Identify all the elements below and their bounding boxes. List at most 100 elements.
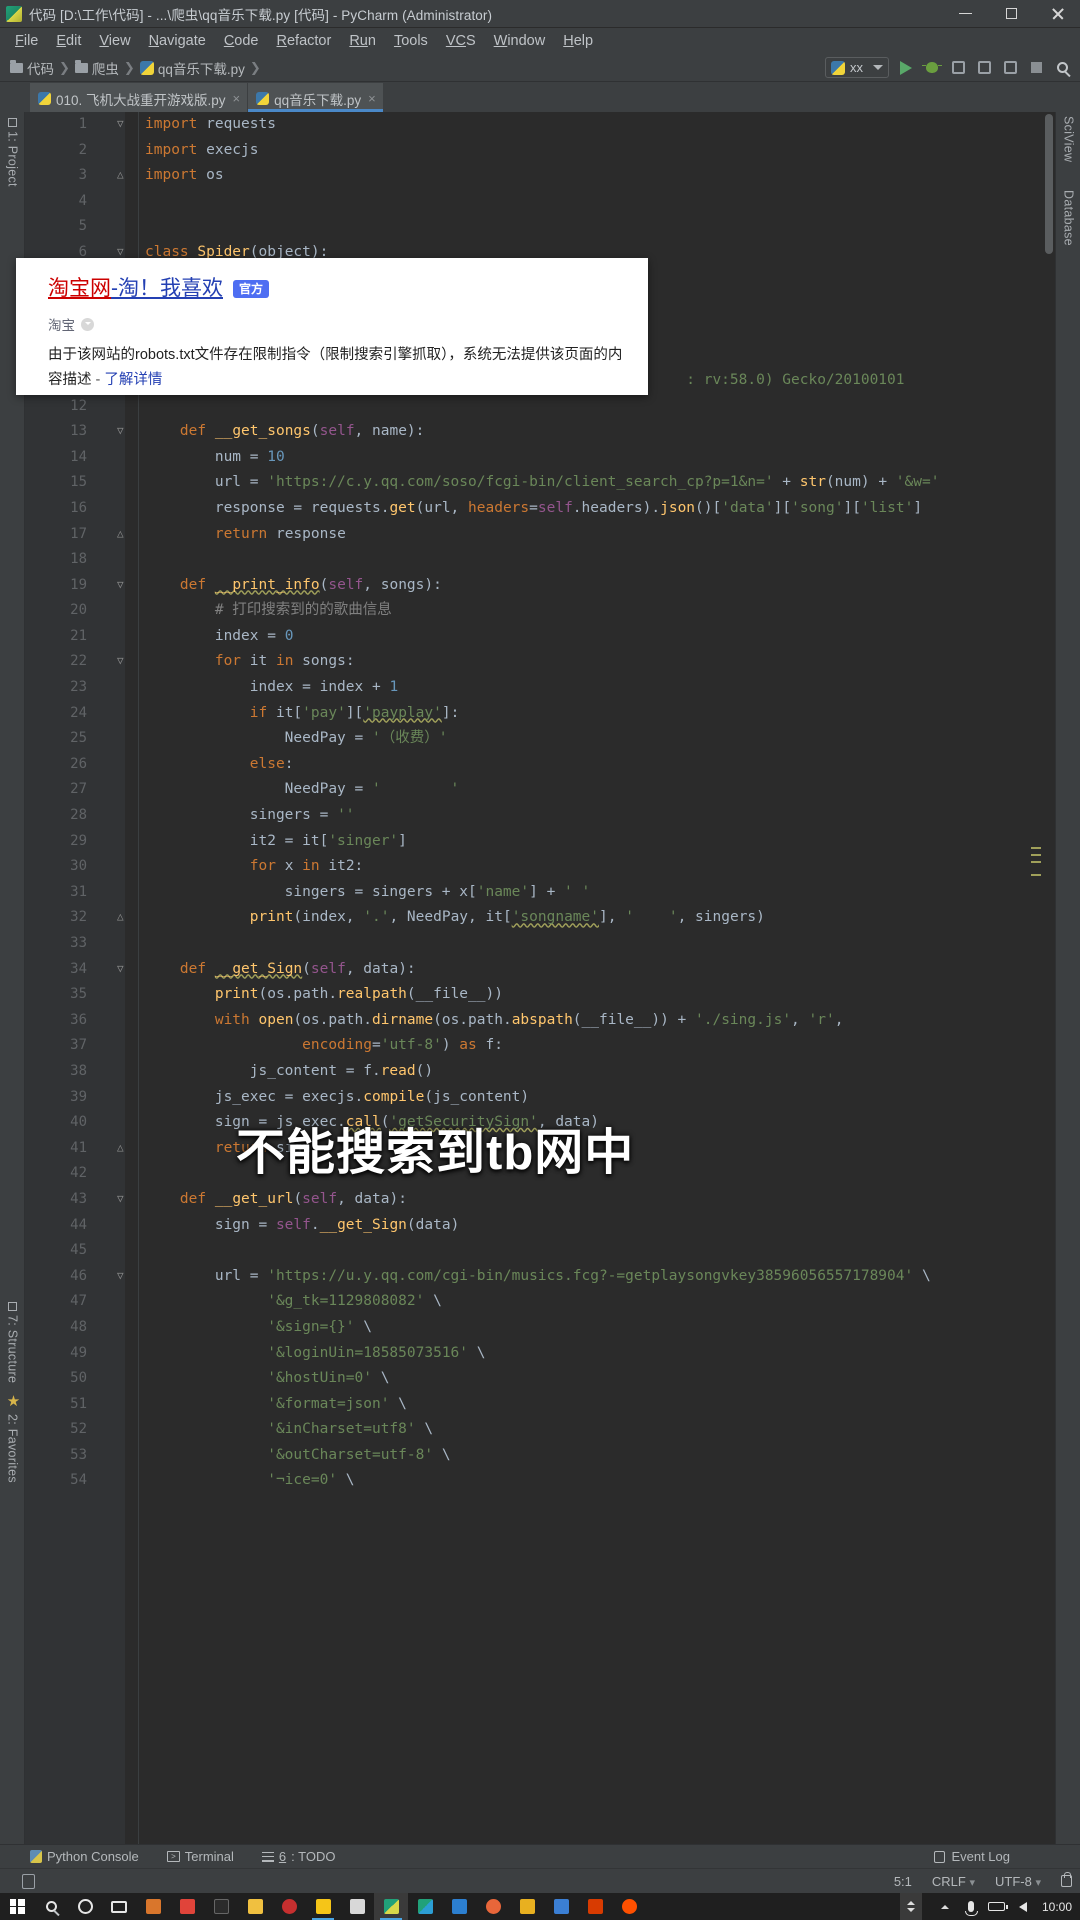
popup-title[interactable]: 淘宝网 - 淘！我喜欢 官方	[48, 276, 626, 302]
code-fold-icon[interactable]: △	[117, 1142, 130, 1155]
menu-item-vcs[interactable]: VCS	[437, 31, 485, 51]
code-fold-icon[interactable]: ▽	[117, 1270, 130, 1283]
close-icon[interactable]: ×	[368, 91, 376, 106]
menu-item-file[interactable]: File	[6, 31, 47, 51]
sidebar-item-database[interactable]: Database	[1055, 190, 1080, 246]
code-line[interactable]: 32 △ print(index, '.', NeedPay, it['songn…	[25, 905, 1055, 931]
code-fold-icon[interactable]: ▽	[117, 118, 130, 131]
sidebar-item-sciview[interactable]: SciView	[1055, 116, 1080, 162]
mobile-preview-icon[interactable]	[22, 1873, 35, 1889]
run-configuration-selector[interactable]: xx	[825, 57, 889, 78]
code-fold-icon[interactable]: △	[117, 911, 130, 924]
code-line[interactable]: 26 else:	[25, 752, 1055, 778]
code-line[interactable]: 25 NeedPay = '（收费）'	[25, 726, 1055, 752]
volume-icon[interactable]	[1010, 1893, 1036, 1920]
code-line[interactable]: 52 '&inCharset=utf8' \	[25, 1417, 1055, 1443]
tool-window-todo[interactable]: 6: TODO	[261, 1849, 335, 1864]
code-fold-icon[interactable]: ▽	[117, 425, 130, 438]
editor-tab-0[interactable]: 010. 飞机大战重开游戏版.py ×	[30, 83, 248, 112]
coverage-button[interactable]	[946, 56, 970, 80]
caret-position[interactable]: 5:1	[894, 1874, 912, 1889]
code-line[interactable]: 30 for x in it2:	[25, 854, 1055, 880]
code-line[interactable]: 49 '&loginUin=18585073516' \	[25, 1341, 1055, 1367]
code-line[interactable]: 39 js_exec = execjs.compile(js_content)	[25, 1085, 1055, 1111]
code-line[interactable]: 28 singers = ''	[25, 803, 1055, 829]
minimize-button[interactable]	[942, 0, 988, 28]
cortana-icon[interactable]	[68, 1893, 102, 1920]
code-line[interactable]: 46 ▽ url = 'https://u.y.qq.com/cgi-bin/mu…	[25, 1264, 1055, 1290]
code-line[interactable]: 18	[25, 547, 1055, 573]
menu-item-view[interactable]: View	[90, 31, 139, 51]
code-line[interactable]: 47 '&g_tk=1129808082' \	[25, 1289, 1055, 1315]
taskbar-clock[interactable]: 10:00	[1042, 1900, 1072, 1914]
close-icon[interactable]: ×	[233, 91, 241, 106]
menu-item-navigate[interactable]: Navigate	[140, 31, 215, 51]
app-icon-1[interactable]	[170, 1893, 204, 1920]
code-line[interactable]: 12	[25, 394, 1055, 420]
scrollbar-thumb[interactable]	[1045, 114, 1053, 254]
app-icon-5[interactable]	[306, 1893, 340, 1920]
code-line[interactable]: 48 '&sign={}' \	[25, 1315, 1055, 1341]
editor-vertical-scrollbar[interactable]	[1043, 112, 1055, 1848]
search-icon[interactable]	[34, 1893, 68, 1920]
stop-button[interactable]	[1024, 56, 1048, 80]
app-icon-8[interactable]	[408, 1893, 442, 1920]
chevron-up-icon[interactable]	[906, 1901, 915, 1905]
search-button[interactable]	[1050, 56, 1074, 80]
code-fold-icon[interactable]: △	[117, 169, 130, 182]
app-icon-2[interactable]	[204, 1893, 238, 1920]
code-line[interactable]: 23 index = index + 1	[25, 675, 1055, 701]
task-view-icon[interactable]	[102, 1893, 136, 1920]
code-line[interactable]: 19 ▽ def __print_info(self, songs):	[25, 573, 1055, 599]
profile-button[interactable]	[972, 56, 996, 80]
sidebar-item-favorites[interactable]: ★ 2: Favorites	[0, 1392, 26, 1483]
chevron-down-icon[interactable]	[906, 1908, 915, 1912]
battery-icon[interactable]	[984, 1893, 1010, 1920]
code-line[interactable]: 14 num = 10	[25, 445, 1055, 471]
code-line[interactable]: 54 '¬ice=0' \	[25, 1468, 1055, 1494]
windows-start-icon[interactable]	[0, 1893, 34, 1920]
app-icon-9[interactable]	[442, 1893, 476, 1920]
code-line[interactable]: 24 if it['pay']['payplay']:	[25, 701, 1055, 727]
code-line[interactable]: 53 '&outCharset=utf-8' \	[25, 1443, 1055, 1469]
maximize-button[interactable]	[988, 0, 1034, 28]
code-fold-icon[interactable]: △	[117, 528, 130, 541]
chevron-down-circle-icon[interactable]	[81, 317, 94, 331]
code-line[interactable]: 29 it2 = it['singer']	[25, 829, 1055, 855]
code-line[interactable]: 15 url = 'https://c.y.qq.com/soso/fcgi-b…	[25, 470, 1055, 496]
menu-item-refactor[interactable]: Refactor	[268, 31, 341, 51]
code-line[interactable]: 31 singers = singers + x['name'] + ' '	[25, 880, 1055, 906]
line-separator[interactable]: CRLF ▾	[932, 1874, 975, 1889]
code-line[interactable]: 34 ▽ def __get_Sign(self, data):	[25, 957, 1055, 983]
attach-button[interactable]	[998, 56, 1022, 80]
code-line[interactable]: 27 NeedPay = ' '	[25, 777, 1055, 803]
code-line[interactable]: 3 △ import os	[25, 163, 1055, 189]
menu-item-code[interactable]: Code	[215, 31, 268, 51]
file-encoding[interactable]: UTF-8 ▾	[995, 1874, 1041, 1889]
app-icon-pycharm[interactable]	[374, 1893, 408, 1920]
code-line[interactable]: 17 △ return response	[25, 522, 1055, 548]
tool-window-python-console[interactable]: Python Console	[30, 1849, 139, 1864]
lock-icon[interactable]	[1061, 1872, 1072, 1887]
code-line[interactable]: 20 # 打印搜索到的的歌曲信息	[25, 598, 1055, 624]
app-icon-0[interactable]	[136, 1893, 170, 1920]
code-line[interactable]: 38 js_content = f.read()	[25, 1059, 1055, 1085]
app-icon-12[interactable]	[544, 1893, 578, 1920]
code-line[interactable]: 37 encoding='utf-8') as f:	[25, 1033, 1055, 1059]
tool-window-terminal[interactable]: > Terminal	[166, 1849, 234, 1864]
code-line[interactable]: 2 import execjs	[25, 138, 1055, 164]
code-line[interactable]: 35 print(os.path.realpath(__file__))	[25, 982, 1055, 1008]
menu-item-edit[interactable]: Edit	[47, 31, 90, 51]
breadcrumb-item-1[interactable]: 爬虫	[92, 58, 119, 78]
code-line[interactable]: 36 with open(os.path.dirname(os.path.abs…	[25, 1008, 1055, 1034]
close-button[interactable]	[1034, 0, 1080, 28]
code-fold-icon[interactable]: ▽	[117, 579, 130, 592]
code-line[interactable]: 21 index = 0	[25, 624, 1055, 650]
chevron-down-icon[interactable]	[873, 65, 883, 70]
code-line[interactable]: 43 ▽ def __get_url(self, data):	[25, 1187, 1055, 1213]
code-line[interactable]: 13 ▽ def __get_songs(self, name):	[25, 419, 1055, 445]
code-line[interactable]: 5	[25, 214, 1055, 240]
app-icon-6[interactable]	[340, 1893, 374, 1920]
code-line[interactable]: 16 response = requests.get(url, headers=…	[25, 496, 1055, 522]
menu-item-tools[interactable]: Tools	[385, 31, 437, 51]
